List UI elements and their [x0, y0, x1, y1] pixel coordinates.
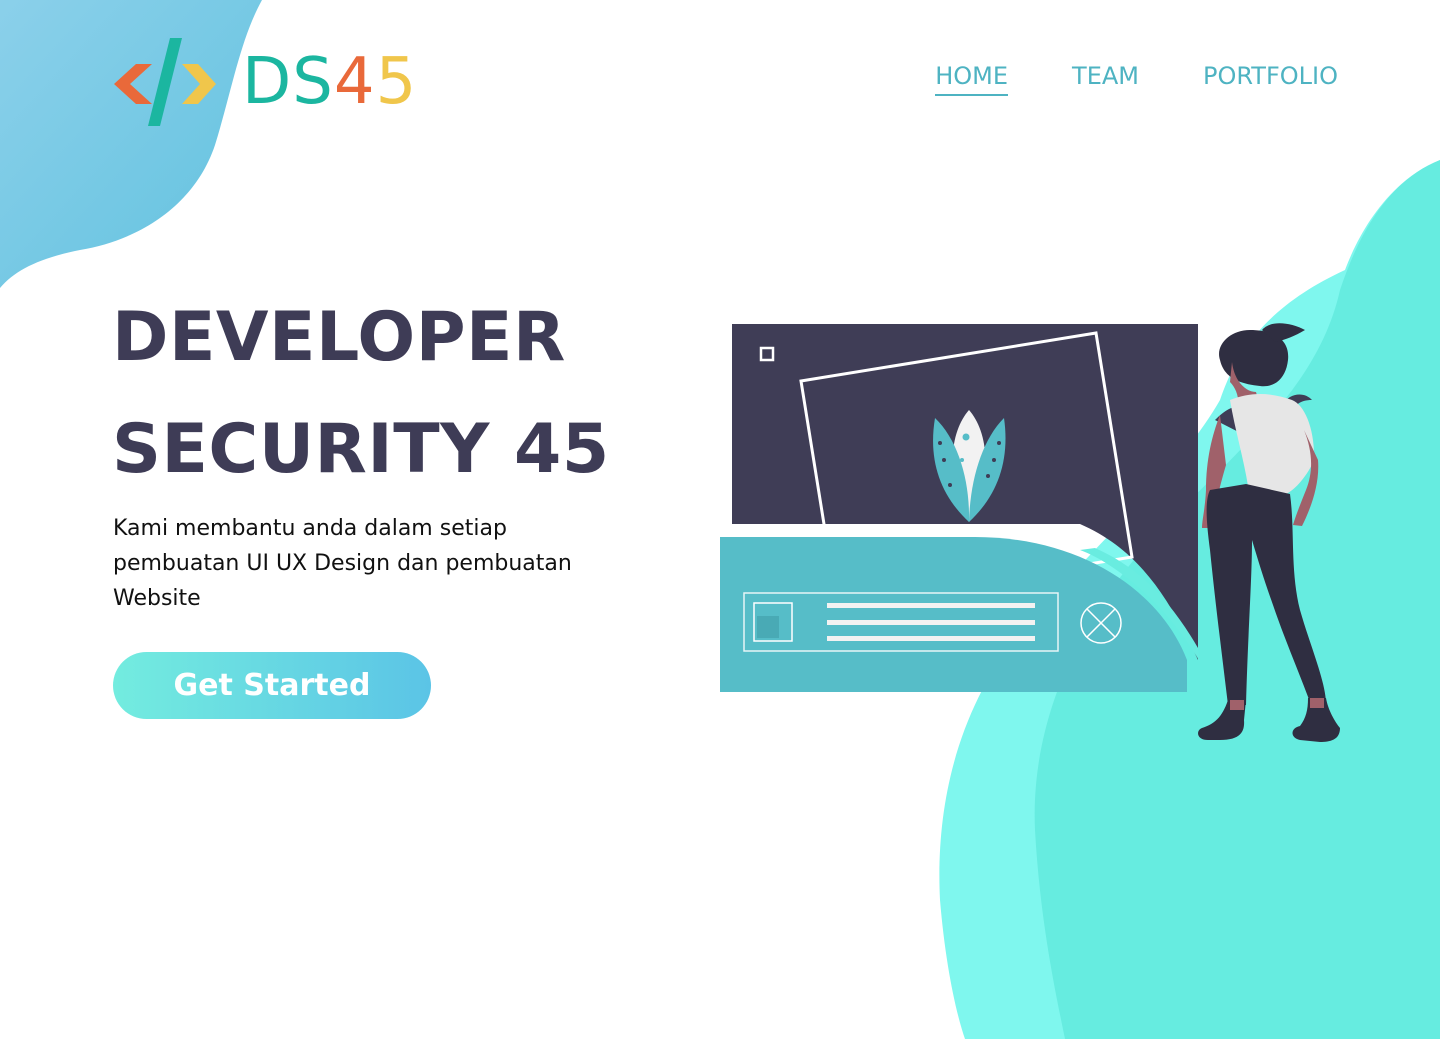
brand-name-ds: DS [242, 45, 334, 119]
nav-item-home[interactable]: HOME [935, 62, 1009, 96]
brand-name-4: 4 [333, 45, 376, 119]
form-panel-illustration [720, 537, 1200, 692]
woman-figure-illustration [1198, 323, 1340, 742]
hero-title-line1: DEVELOPER [112, 298, 566, 377]
nav-item-portfolio[interactable]: PORTFOLIO [1203, 62, 1338, 96]
brand-name: DS45 [242, 36, 417, 128]
hero-illustration [720, 323, 1340, 742]
hero-description: Kami membantu anda dalam setiap pembuata… [113, 516, 572, 611]
hero-title: DEVELOPER SECURITY 45 [112, 282, 610, 506]
get-started-button[interactable]: Get Started [113, 652, 431, 719]
main-nav: HOME TEAM PORTFOLIO [935, 62, 1338, 96]
brand-logo[interactable]: DS45 [112, 36, 432, 128]
nav-item-team[interactable]: TEAM [1072, 62, 1139, 96]
brand-name-5: 5 [375, 45, 418, 119]
code-brackets-logo-icon [114, 38, 216, 126]
hero-title-line2: SECURITY 45 [112, 410, 610, 489]
